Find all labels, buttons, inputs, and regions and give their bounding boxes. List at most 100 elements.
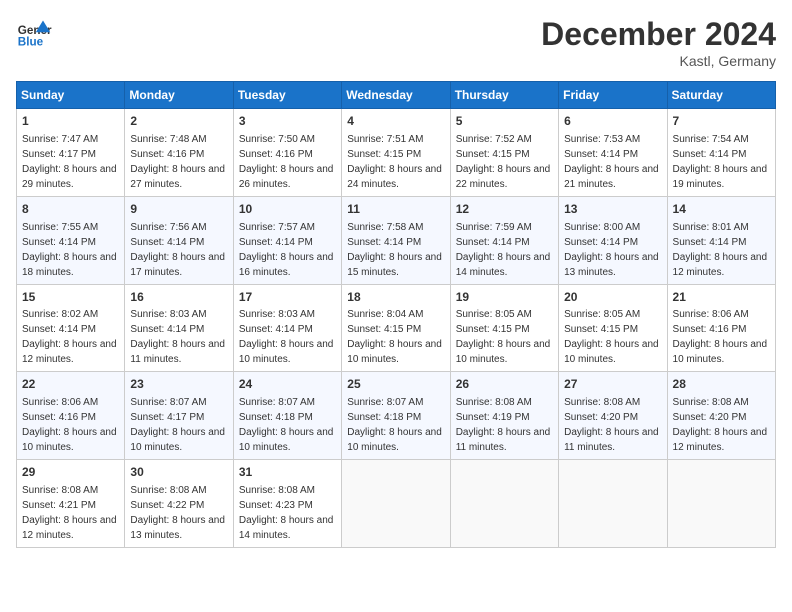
cell-daylight: Daylight: 8 hours and 12 minutes.	[673, 252, 768, 278]
day-number: 2	[130, 113, 227, 130]
cell-sunset: Sunset: 4:20 PM	[564, 412, 638, 423]
month-title: December 2024	[541, 16, 776, 53]
cell-daylight: Daylight: 8 hours and 24 minutes.	[347, 164, 442, 190]
cell-sunrise: Sunrise: 8:00 AM	[564, 222, 640, 233]
day-number: 31	[239, 464, 336, 481]
calendar-week-row: 1 Sunrise: 7:47 AM Sunset: 4:17 PM Dayli…	[17, 109, 776, 197]
cell-sunrise: Sunrise: 7:52 AM	[456, 134, 532, 145]
cell-sunrise: Sunrise: 8:06 AM	[673, 309, 749, 320]
day-number: 22	[22, 376, 119, 393]
day-number: 12	[456, 201, 553, 218]
cell-sunset: Sunset: 4:16 PM	[22, 412, 96, 423]
cell-daylight: Daylight: 8 hours and 18 minutes.	[22, 252, 117, 278]
calendar-cell	[559, 460, 667, 548]
cell-daylight: Daylight: 8 hours and 10 minutes.	[347, 427, 442, 453]
column-header-monday: Monday	[125, 82, 233, 109]
day-number: 6	[564, 113, 661, 130]
day-number: 26	[456, 376, 553, 393]
cell-sunset: Sunset: 4:17 PM	[130, 412, 204, 423]
calendar-week-row: 22 Sunrise: 8:06 AM Sunset: 4:16 PM Dayl…	[17, 372, 776, 460]
calendar-cell: 17 Sunrise: 8:03 AM Sunset: 4:14 PM Dayl…	[233, 284, 341, 372]
cell-sunset: Sunset: 4:19 PM	[456, 412, 530, 423]
cell-sunset: Sunset: 4:16 PM	[673, 324, 747, 335]
day-number: 17	[239, 289, 336, 306]
cell-sunrise: Sunrise: 8:08 AM	[673, 397, 749, 408]
cell-sunset: Sunset: 4:14 PM	[673, 149, 747, 160]
day-number: 21	[673, 289, 770, 306]
calendar-cell: 24 Sunrise: 8:07 AM Sunset: 4:18 PM Dayl…	[233, 372, 341, 460]
cell-sunrise: Sunrise: 8:08 AM	[456, 397, 532, 408]
calendar-cell: 19 Sunrise: 8:05 AM Sunset: 4:15 PM Dayl…	[450, 284, 558, 372]
calendar-cell: 12 Sunrise: 7:59 AM Sunset: 4:14 PM Dayl…	[450, 196, 558, 284]
calendar-cell: 28 Sunrise: 8:08 AM Sunset: 4:20 PM Dayl…	[667, 372, 775, 460]
cell-sunrise: Sunrise: 8:08 AM	[564, 397, 640, 408]
cell-sunrise: Sunrise: 7:54 AM	[673, 134, 749, 145]
calendar-cell: 11 Sunrise: 7:58 AM Sunset: 4:14 PM Dayl…	[342, 196, 450, 284]
cell-daylight: Daylight: 8 hours and 11 minutes.	[564, 427, 659, 453]
calendar-cell: 29 Sunrise: 8:08 AM Sunset: 4:21 PM Dayl…	[17, 460, 125, 548]
cell-daylight: Daylight: 8 hours and 11 minutes.	[456, 427, 551, 453]
cell-daylight: Daylight: 8 hours and 26 minutes.	[239, 164, 334, 190]
cell-sunrise: Sunrise: 8:08 AM	[22, 485, 98, 496]
cell-daylight: Daylight: 8 hours and 27 minutes.	[130, 164, 225, 190]
cell-sunset: Sunset: 4:14 PM	[22, 324, 96, 335]
day-number: 11	[347, 201, 444, 218]
day-number: 24	[239, 376, 336, 393]
cell-sunset: Sunset: 4:20 PM	[673, 412, 747, 423]
cell-daylight: Daylight: 8 hours and 10 minutes.	[239, 339, 334, 365]
day-number: 15	[22, 289, 119, 306]
cell-sunrise: Sunrise: 7:58 AM	[347, 222, 423, 233]
cell-sunset: Sunset: 4:15 PM	[564, 324, 638, 335]
day-number: 23	[130, 376, 227, 393]
cell-sunset: Sunset: 4:14 PM	[347, 237, 421, 248]
column-header-sunday: Sunday	[17, 82, 125, 109]
cell-sunrise: Sunrise: 7:57 AM	[239, 222, 315, 233]
cell-daylight: Daylight: 8 hours and 12 minutes.	[673, 427, 768, 453]
calendar-cell: 1 Sunrise: 7:47 AM Sunset: 4:17 PM Dayli…	[17, 109, 125, 197]
day-number: 9	[130, 201, 227, 218]
cell-sunset: Sunset: 4:15 PM	[347, 324, 421, 335]
calendar-week-row: 15 Sunrise: 8:02 AM Sunset: 4:14 PM Dayl…	[17, 284, 776, 372]
cell-sunset: Sunset: 4:14 PM	[456, 237, 530, 248]
cell-sunrise: Sunrise: 8:04 AM	[347, 309, 423, 320]
cell-sunrise: Sunrise: 7:51 AM	[347, 134, 423, 145]
cell-sunset: Sunset: 4:15 PM	[456, 149, 530, 160]
calendar-cell: 25 Sunrise: 8:07 AM Sunset: 4:18 PM Dayl…	[342, 372, 450, 460]
cell-sunset: Sunset: 4:14 PM	[673, 237, 747, 248]
calendar-cell: 20 Sunrise: 8:05 AM Sunset: 4:15 PM Dayl…	[559, 284, 667, 372]
cell-sunrise: Sunrise: 8:01 AM	[673, 222, 749, 233]
cell-daylight: Daylight: 8 hours and 19 minutes.	[673, 164, 768, 190]
calendar-cell: 2 Sunrise: 7:48 AM Sunset: 4:16 PM Dayli…	[125, 109, 233, 197]
day-number: 18	[347, 289, 444, 306]
cell-sunrise: Sunrise: 7:50 AM	[239, 134, 315, 145]
cell-sunrise: Sunrise: 8:08 AM	[130, 485, 206, 496]
day-number: 8	[22, 201, 119, 218]
day-number: 30	[130, 464, 227, 481]
cell-sunrise: Sunrise: 7:56 AM	[130, 222, 206, 233]
day-number: 14	[673, 201, 770, 218]
calendar-cell: 27 Sunrise: 8:08 AM Sunset: 4:20 PM Dayl…	[559, 372, 667, 460]
cell-sunrise: Sunrise: 8:06 AM	[22, 397, 98, 408]
cell-daylight: Daylight: 8 hours and 10 minutes.	[22, 427, 117, 453]
column-header-wednesday: Wednesday	[342, 82, 450, 109]
day-number: 20	[564, 289, 661, 306]
cell-daylight: Daylight: 8 hours and 10 minutes.	[673, 339, 768, 365]
calendar-cell: 7 Sunrise: 7:54 AM Sunset: 4:14 PM Dayli…	[667, 109, 775, 197]
cell-sunset: Sunset: 4:14 PM	[564, 237, 638, 248]
cell-sunrise: Sunrise: 7:48 AM	[130, 134, 206, 145]
cell-daylight: Daylight: 8 hours and 22 minutes.	[456, 164, 551, 190]
cell-daylight: Daylight: 8 hours and 14 minutes.	[456, 252, 551, 278]
day-number: 4	[347, 113, 444, 130]
calendar-cell: 13 Sunrise: 8:00 AM Sunset: 4:14 PM Dayl…	[559, 196, 667, 284]
logo-icon: General Blue	[16, 16, 52, 52]
cell-sunrise: Sunrise: 7:59 AM	[456, 222, 532, 233]
day-number: 28	[673, 376, 770, 393]
cell-sunrise: Sunrise: 8:07 AM	[239, 397, 315, 408]
cell-daylight: Daylight: 8 hours and 10 minutes.	[239, 427, 334, 453]
cell-sunset: Sunset: 4:16 PM	[239, 149, 313, 160]
calendar-cell: 15 Sunrise: 8:02 AM Sunset: 4:14 PM Dayl…	[17, 284, 125, 372]
calendar-cell: 31 Sunrise: 8:08 AM Sunset: 4:23 PM Dayl…	[233, 460, 341, 548]
cell-sunrise: Sunrise: 8:07 AM	[347, 397, 423, 408]
calendar-week-row: 29 Sunrise: 8:08 AM Sunset: 4:21 PM Dayl…	[17, 460, 776, 548]
cell-daylight: Daylight: 8 hours and 10 minutes.	[456, 339, 551, 365]
